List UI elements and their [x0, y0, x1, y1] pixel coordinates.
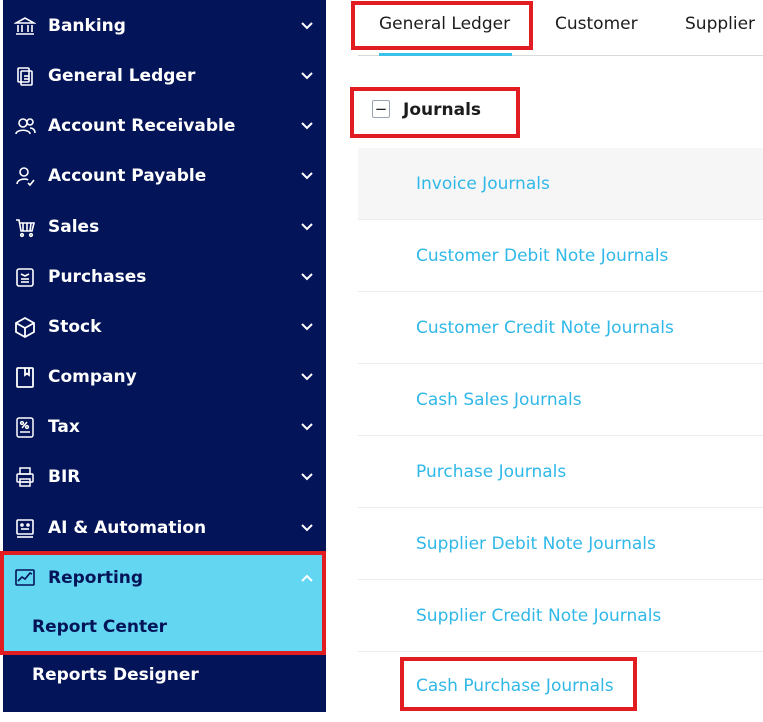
- sidebar-item-banking[interactable]: Banking: [3, 1, 326, 51]
- sidebar-item-stock[interactable]: Stock: [3, 302, 326, 352]
- sidebar-item-label: Banking: [48, 16, 126, 36]
- journal-link[interactable]: Purchase Journals: [416, 462, 566, 482]
- tab-customer[interactable]: Customer: [555, 14, 638, 34]
- sidebar-item-label: AI & Automation: [48, 518, 207, 538]
- sidebar-item-label: Sales: [48, 217, 100, 237]
- sidebar-subitem-report-center[interactable]: Report Center: [32, 617, 167, 637]
- percent-icon: [13, 415, 37, 439]
- sidebar-item-reporting[interactable]: Reporting: [3, 553, 326, 603]
- sidebar-item-account-payable[interactable]: Account Payable: [3, 151, 326, 201]
- active-tab-underline: [379, 53, 512, 56]
- sidebar-item-label: General Ledger: [48, 66, 196, 86]
- cart-icon: [13, 215, 37, 239]
- collapse-toggle[interactable]: −: [372, 100, 390, 118]
- sidebar-item-general-ledger[interactable]: General Ledger: [3, 51, 326, 101]
- journal-link[interactable]: Supplier Credit Note Journals: [416, 606, 661, 626]
- journal-row-supplier-debit-note[interactable]: Supplier Debit Note Journals: [358, 508, 763, 580]
- chevron-down-icon: [299, 18, 315, 34]
- chevron-down-icon: [299, 269, 315, 285]
- sidebar-item-purchases[interactable]: Purchases: [3, 252, 326, 302]
- sidebar-item-label: Stock: [48, 317, 102, 337]
- journal-row-supplier-credit-note[interactable]: Supplier Credit Note Journals: [358, 580, 763, 652]
- sidebar-item-label: Tax: [48, 417, 80, 437]
- printer-icon: [13, 465, 37, 489]
- section-title: Journals: [403, 100, 482, 120]
- sidebar-subitem-reports-designer[interactable]: Reports Designer: [32, 665, 199, 685]
- journal-row-invoice[interactable]: Invoice Journals: [358, 148, 763, 220]
- sidebar: Banking General Ledger Account Receivabl…: [0, 0, 326, 712]
- journal-link[interactable]: Invoice Journals: [416, 174, 550, 194]
- sidebar-item-label: BIR: [48, 467, 81, 487]
- chevron-down-icon: [299, 118, 315, 134]
- chevron-down-icon: [299, 369, 315, 385]
- chevron-down-icon: [299, 419, 315, 435]
- chevron-down-icon: [299, 469, 315, 485]
- chevron-down-icon: [299, 219, 315, 235]
- chevron-up-icon: [299, 570, 315, 586]
- chevron-down-icon: [299, 68, 315, 84]
- users-icon: [13, 114, 37, 138]
- journal-row-customer-credit-note[interactable]: Customer Credit Note Journals: [358, 292, 763, 364]
- sidebar-item-label: Reporting: [48, 568, 144, 588]
- receipt-icon: [13, 265, 37, 289]
- tab-supplier[interactable]: Supplier: [685, 14, 755, 34]
- sidebar-item-company[interactable]: Company: [3, 352, 326, 402]
- sidebar-item-tax[interactable]: Tax: [3, 402, 326, 452]
- journal-link[interactable]: Customer Credit Note Journals: [416, 318, 674, 338]
- journal-link[interactable]: Cash Sales Journals: [416, 390, 582, 410]
- chevron-down-icon: [299, 520, 315, 536]
- journal-link[interactable]: Supplier Debit Note Journals: [416, 534, 656, 554]
- sidebar-item-label: Account Payable: [48, 166, 207, 186]
- sidebar-item-sales[interactable]: Sales: [3, 202, 326, 252]
- chevron-down-icon: [299, 168, 315, 184]
- journal-link[interactable]: Customer Debit Note Journals: [416, 246, 668, 266]
- sidebar-item-ai-automation[interactable]: AI & Automation: [3, 503, 326, 553]
- bank-icon: [13, 14, 37, 38]
- journal-row-cash-sales[interactable]: Cash Sales Journals: [358, 364, 763, 436]
- box-icon: [13, 315, 37, 339]
- bookmark-icon: [13, 365, 37, 389]
- journal-row-purchase[interactable]: Purchase Journals: [358, 436, 763, 508]
- sidebar-item-label: Purchases: [48, 267, 147, 287]
- sidebar-item-bir[interactable]: BIR: [3, 452, 326, 502]
- robot-icon: [13, 516, 37, 540]
- sidebar-item-label: Company: [48, 367, 137, 387]
- chevron-down-icon: [299, 319, 315, 335]
- tab-general-ledger[interactable]: General Ledger: [379, 14, 510, 34]
- journal-row-customer-debit-note[interactable]: Customer Debit Note Journals: [358, 220, 763, 292]
- sidebar-item-account-receivable[interactable]: Account Receivable: [3, 101, 326, 151]
- sidebar-item-label: Account Receivable: [48, 116, 236, 136]
- ledger-icon: [13, 64, 37, 88]
- main-panel: General Ledger Customer Supplier − Journ…: [326, 0, 763, 712]
- user-check-icon: [13, 164, 37, 188]
- chart-line-icon: [13, 566, 37, 590]
- cash-purchase-highlight: [400, 657, 637, 711]
